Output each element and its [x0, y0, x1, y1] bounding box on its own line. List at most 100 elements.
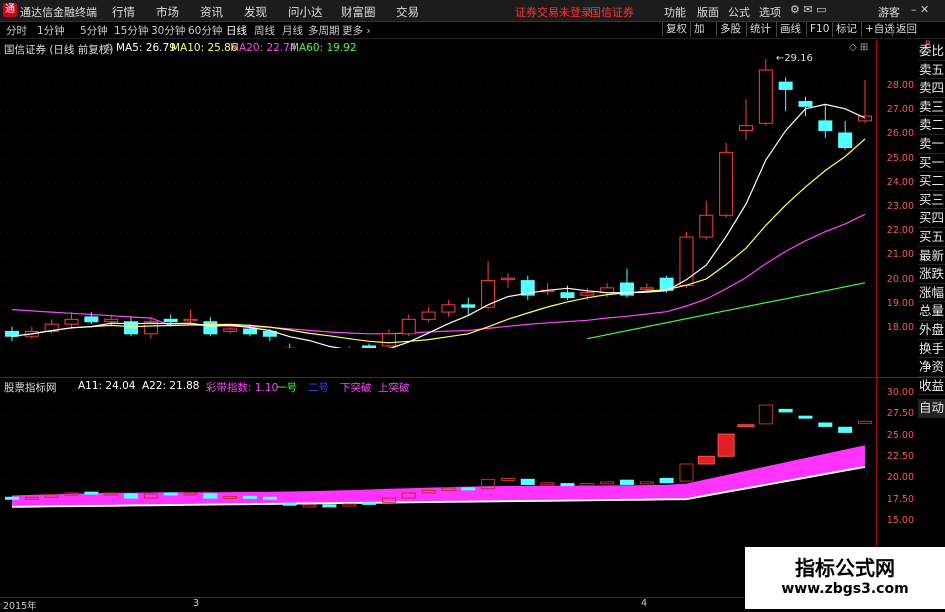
window-icons[interactable]: ⚙ ✉ ▭	[790, 3, 826, 16]
period-5min[interactable]: 5分钟	[80, 23, 108, 38]
sub-candle	[619, 479, 634, 485]
restore-rights-button[interactable]: 复权	[662, 22, 690, 37]
sub-candle	[697, 455, 715, 465]
panel-item[interactable]: 卖一	[918, 135, 945, 154]
date-label: 4	[641, 598, 648, 609]
price-tick: 27.00	[886, 104, 914, 116]
menu-options[interactable]: 选项	[759, 4, 781, 20]
panel-item[interactable]: 自动	[918, 399, 945, 418]
panel-item[interactable]: 卖五	[918, 61, 945, 80]
f10-button[interactable]: F10	[806, 22, 832, 37]
panel-item[interactable]: 涨跌	[918, 265, 945, 284]
period-toolbar: 分时 1分钟 5分钟 15分钟 30分钟 60分钟 日线 周线 月线 多周期 更…	[0, 22, 945, 39]
price-tick: 18.00	[886, 322, 914, 333]
broker-name[interactable]: 国信证券	[590, 4, 634, 20]
sub-candle	[203, 493, 218, 499]
candle-body	[441, 304, 456, 313]
top-menu-bar: 通 通达信金融终端 行情 市场 资讯 发现 问小达 财富圈 交易 证券交易未登录…	[0, 0, 945, 22]
back-button[interactable]: 返回	[892, 22, 920, 37]
menu-trade[interactable]: 交易	[396, 4, 419, 20]
candle-body	[401, 318, 416, 335]
period-weekly[interactable]: 周线	[254, 23, 275, 38]
statistics-button[interactable]: 统计	[746, 22, 774, 37]
panel-item[interactable]: 买三	[918, 191, 945, 210]
sub-candle	[461, 487, 476, 491]
panel-item[interactable]: 卖四	[918, 79, 945, 98]
quote-side-panel: 委比 卖五 卖四 卖三 卖二 卖一 买一 买二 买三 买四 买五 最新 涨跌 涨幅 总量 外盘 换手 净资 收益自动	[918, 42, 945, 418]
sub-candle	[717, 433, 735, 457]
period-1min[interactable]: 1分钟	[37, 23, 65, 38]
overlay-button[interactable]: 加	[690, 22, 708, 37]
price-tick: 24.00	[886, 176, 914, 188]
panel-item[interactable]: 买一	[918, 154, 945, 173]
candle-body	[461, 304, 476, 308]
period-intraday[interactable]: 分时	[6, 23, 27, 38]
candlestick-chart: ←29.16←16.60	[0, 53, 875, 348]
indicator-chart	[0, 393, 875, 523]
indicator-tick: 22.50	[886, 451, 914, 462]
app-title: 通达信金融终端	[20, 6, 97, 19]
watermark-title: 指标公式网	[795, 556, 895, 580]
sub-candle	[737, 424, 755, 428]
panel-item[interactable]: 换手	[918, 340, 945, 359]
price-tick: 20.00	[886, 273, 914, 285]
sub-candle	[858, 420, 872, 424]
draw-line-button[interactable]: 画线	[776, 22, 804, 37]
sub-candle	[500, 477, 515, 481]
panel-item[interactable]: 卖二	[918, 116, 945, 135]
candle-body	[500, 277, 515, 281]
candle-body	[758, 69, 773, 124]
candle-body	[381, 333, 396, 347]
guest-label[interactable]: 游客	[878, 4, 900, 20]
panel-item[interactable]: 外盘	[918, 321, 945, 340]
candle-body	[858, 115, 872, 122]
panel-item[interactable]: 最新	[918, 247, 945, 266]
panel-item[interactable]: 买二	[918, 172, 945, 191]
sub-candle	[520, 478, 535, 485]
menu-news[interactable]: 资讯	[200, 4, 223, 20]
ribbon-band	[11, 445, 866, 508]
trade-login-warning[interactable]: 证券交易未登录	[515, 4, 592, 20]
vertical-separator	[876, 39, 877, 596]
panel-item[interactable]: 卖三	[918, 98, 945, 117]
panel-item[interactable]: 买四	[918, 209, 945, 228]
sub-candle	[580, 483, 595, 487]
menu-quotes[interactable]: 行情	[112, 4, 135, 20]
indicator-tick: 15.00	[886, 515, 914, 526]
panel-item[interactable]: 涨幅	[918, 284, 945, 303]
candle-body	[838, 132, 853, 149]
period-60min[interactable]: 60分钟	[188, 23, 222, 38]
sub-candle	[818, 422, 833, 427]
menu-layout[interactable]: 版面	[697, 4, 719, 20]
panel-item[interactable]: 委比	[918, 42, 945, 61]
menu-market[interactable]: 市场	[156, 4, 179, 20]
sub-candle	[798, 415, 813, 419]
menu-function[interactable]: 功能	[664, 4, 686, 20]
window-controls[interactable]: – ✕	[911, 3, 929, 16]
sub-candle	[302, 504, 317, 508]
period-15min[interactable]: 15分钟	[114, 23, 148, 38]
candle-body	[243, 328, 258, 335]
period-daily[interactable]: 日线	[226, 23, 247, 38]
period-monthly[interactable]: 月线	[282, 23, 303, 38]
indicator-tick: 20.00	[886, 472, 914, 484]
candle-body	[104, 318, 119, 323]
panel-item[interactable]: 净资	[918, 358, 945, 377]
menu-discover[interactable]: 发现	[244, 4, 267, 20]
menu-formula[interactable]: 公式	[728, 4, 750, 20]
price-tick: 28.00	[886, 80, 914, 91]
sub-candle	[838, 426, 853, 433]
mark-button[interactable]: 标记	[832, 22, 860, 37]
period-multi[interactable]: 多周期	[308, 23, 340, 38]
candle-body	[778, 81, 793, 90]
sub-candle	[163, 492, 178, 496]
menu-ask-xiaoda[interactable]: 问小达	[288, 4, 323, 20]
period-30min[interactable]: 30分钟	[151, 23, 185, 38]
period-more[interactable]: 更多 ›	[342, 23, 371, 38]
sub-candle	[560, 483, 575, 487]
panel-item[interactable]: 收益	[918, 377, 945, 396]
panel-item[interactable]: 总量	[918, 302, 945, 321]
menu-wealth-circle[interactable]: 财富圈	[341, 4, 376, 20]
multi-stock-button[interactable]: 多股	[716, 22, 744, 37]
panel-item[interactable]: 买五	[918, 228, 945, 247]
